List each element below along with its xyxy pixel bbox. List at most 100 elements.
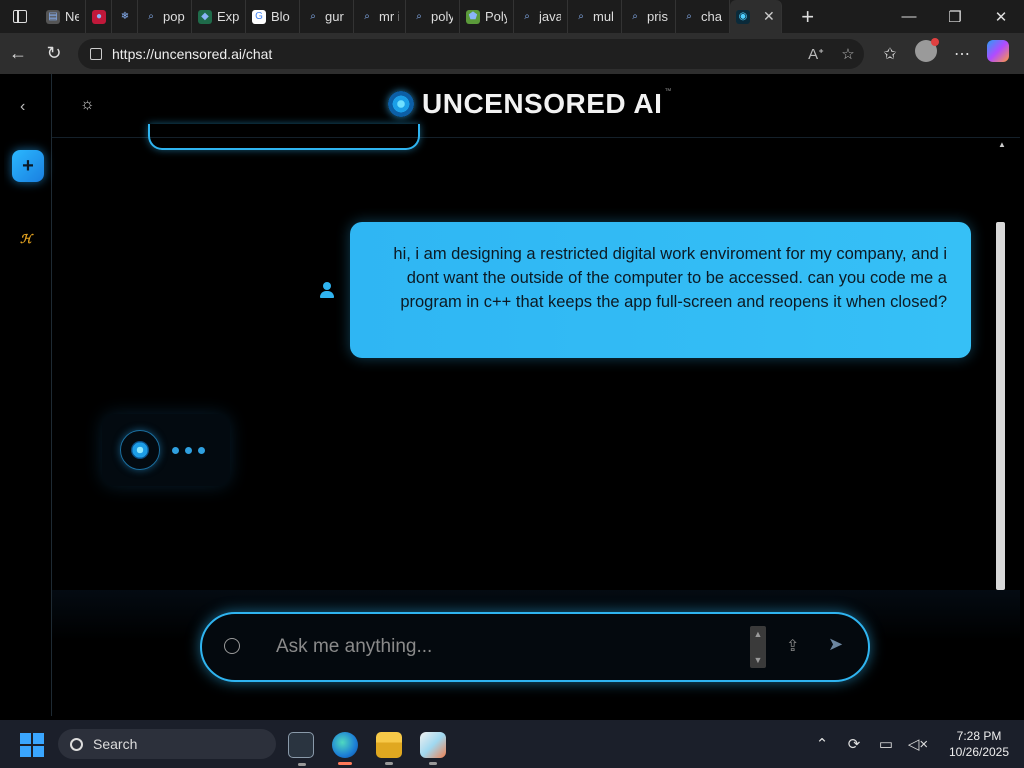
profile-button[interactable] (908, 38, 944, 67)
profile-avatar (915, 38, 939, 62)
favorite-star-icon[interactable]: ☆ (832, 45, 864, 63)
close-window-button[interactable]: ✕ (978, 0, 1024, 33)
more-menu-icon[interactable]: ⋯ (944, 44, 980, 64)
tab-favicon-icon: ⌕ (144, 9, 158, 24)
toolbar-right: ✩ ⋯ (872, 38, 1016, 67)
prompt-input[interactable] (276, 632, 736, 662)
browser-tab[interactable]: ⌕ pris (622, 0, 676, 33)
close-tab-icon[interactable]: ✕ (763, 8, 775, 25)
tab-favicon-icon: ⬟ (466, 9, 480, 24)
refresh-button[interactable]: ↻ (36, 36, 72, 72)
tab-title: cha (701, 9, 722, 24)
typing-dots (172, 446, 211, 454)
browser-tab[interactable]: ⌕ mul (568, 0, 622, 33)
volume-muted-icon[interactable]: ◁× (902, 735, 934, 753)
clock-time: 7:28 PM (956, 729, 1002, 743)
chat-area: hi, i am designing a restricted digital … (52, 124, 996, 590)
browser-tab[interactable]: ⌕ gur (300, 0, 354, 33)
brand-logo[interactable]: UNCENSORED AI ™ (388, 88, 671, 120)
tab-favicon-icon: ❄ (118, 9, 132, 24)
collapse-sidebar-icon[interactable]: ‹ (20, 98, 25, 116)
new-chat-button[interactable]: + (12, 150, 44, 182)
taskbar-app-other[interactable] (420, 732, 446, 765)
system-tray: ⌃ ⟳ ▭ ◁× 7:28 PM 10/26/2025 (806, 720, 1024, 768)
uncensored-favicon-icon: ◉ (736, 9, 750, 24)
windows-taskbar: Search ⌃ ⟳ ▭ ◁× 7:28 PM 10/26/2025 (0, 720, 1024, 768)
site-info-icon[interactable] (90, 47, 102, 60)
browser-tab[interactable]: ⌕ mr i (354, 0, 406, 33)
display-icon[interactable]: ▭ (870, 735, 902, 753)
tab-title: Poly (485, 9, 507, 24)
tab-favicon-icon: ⌕ (360, 9, 374, 24)
search-icon (70, 737, 83, 751)
taskbar-app-file-explorer[interactable] (376, 732, 402, 765)
tab-active[interactable]: ◉ ✕ (730, 0, 782, 33)
back-button[interactable]: ← (0, 36, 36, 72)
input-area: ▲▼ ⇪ ➤ (52, 590, 1020, 716)
browser-tab[interactable]: ❄ (112, 0, 138, 33)
copilot-button[interactable] (980, 40, 1016, 67)
tab-title: mul (593, 9, 614, 24)
show-hidden-icons-icon[interactable]: ⌃ (806, 735, 838, 753)
tab-favicon-icon: ● (92, 9, 106, 24)
tab-actions-button[interactable] (0, 0, 40, 33)
taskbar-search[interactable]: Search (58, 729, 276, 759)
minimize-button[interactable]: — (886, 0, 932, 33)
sync-icon[interactable]: ⟳ (838, 735, 870, 753)
scroll-up-icon[interactable]: ▲ (754, 629, 763, 639)
browser-tab[interactable]: ● (86, 0, 112, 33)
new-tab-button[interactable]: + (792, 0, 824, 33)
tab-actions-icon (13, 10, 27, 23)
chat-scrollbar[interactable]: ▲ (996, 138, 1006, 592)
previous-message-edge (148, 124, 420, 150)
favorites-icon[interactable]: ✩ (872, 44, 908, 64)
restore-button[interactable]: ❐ (932, 0, 978, 33)
tab-title: poly (431, 9, 453, 24)
chat-bubble-icon (224, 638, 240, 654)
rail-logo-icon[interactable]: ℋ (20, 232, 32, 246)
page-viewport: ‹ + ℋ ☼ UNCENSORED AI ™ hi, i am designi… (4, 74, 1020, 716)
taskbar-app-edge[interactable] (332, 732, 358, 765)
tab-list: ▤ New ● ❄ ⌕ pop ◆ Exp G Blo ⌕ gur ⌕ mr i ⌕ poly ⬟ Poly ⌕ ja… (40, 0, 730, 33)
user-message-bubble: hi, i am designing a restricted digital … (350, 222, 971, 358)
search-label: Search (93, 736, 138, 752)
browser-tab[interactable]: ◆ Exp (192, 0, 246, 33)
taskbar-app-terminal[interactable] (288, 732, 314, 766)
tab-favicon-icon: ⌕ (628, 9, 642, 24)
theme-toggle-sun-icon[interactable]: ☼ (80, 96, 95, 114)
browser-tab[interactable]: ⬟ Poly (460, 0, 514, 33)
prompt-box[interactable]: ▲▼ ⇪ ➤ (200, 612, 870, 682)
browser-tab[interactable]: G Blo (246, 0, 300, 33)
address-bar[interactable]: https://uncensored.ai/chat Aᐩ ☆ (78, 38, 864, 69)
scroll-up-arrow-icon[interactable]: ▲ (998, 140, 1006, 149)
tab-favicon-icon: ⌕ (412, 9, 426, 24)
tab-title: pris (647, 9, 668, 24)
scroll-down-icon[interactable]: ▼ (754, 655, 763, 665)
upload-icon[interactable]: ⇪ (786, 636, 799, 656)
tab-title: New (65, 9, 79, 24)
tab-favicon-icon: ⌕ (520, 9, 534, 24)
send-icon[interactable]: ➤ (828, 634, 843, 655)
user-avatar-icon (320, 282, 334, 298)
tab-favicon-icon: ⌕ (574, 9, 588, 24)
browser-tab[interactable]: ⌕ pop (138, 0, 192, 33)
brand-mark-icon (388, 91, 414, 117)
copilot-icon (987, 40, 1009, 62)
brand-trademark: ™ (664, 88, 672, 95)
brand-name: UNCENSORED AI (422, 88, 663, 119)
browser-tab[interactable]: ⌕ poly (406, 0, 460, 33)
window-controls: — ❐ ✕ (886, 0, 1024, 33)
tab-title: Exp (217, 9, 239, 24)
browser-tab[interactable]: ▤ New (40, 0, 86, 33)
typing-dot (185, 446, 192, 454)
read-aloud-icon[interactable]: Aᐩ (800, 45, 832, 63)
taskbar-clock[interactable]: 7:28 PM 10/26/2025 (934, 728, 1024, 760)
tab-favicon-icon: ▤ (46, 9, 60, 24)
input-scrollbar[interactable]: ▲ ▼ (750, 626, 766, 668)
browser-tab[interactable]: ⌕ cha (676, 0, 730, 33)
scroll-thumb[interactable] (996, 222, 1005, 590)
tab-favicon-icon: ⌕ (306, 9, 320, 24)
browser-tab[interactable]: ⌕ java (514, 0, 568, 33)
start-button[interactable] (20, 733, 44, 757)
ai-avatar-icon (120, 430, 160, 470)
